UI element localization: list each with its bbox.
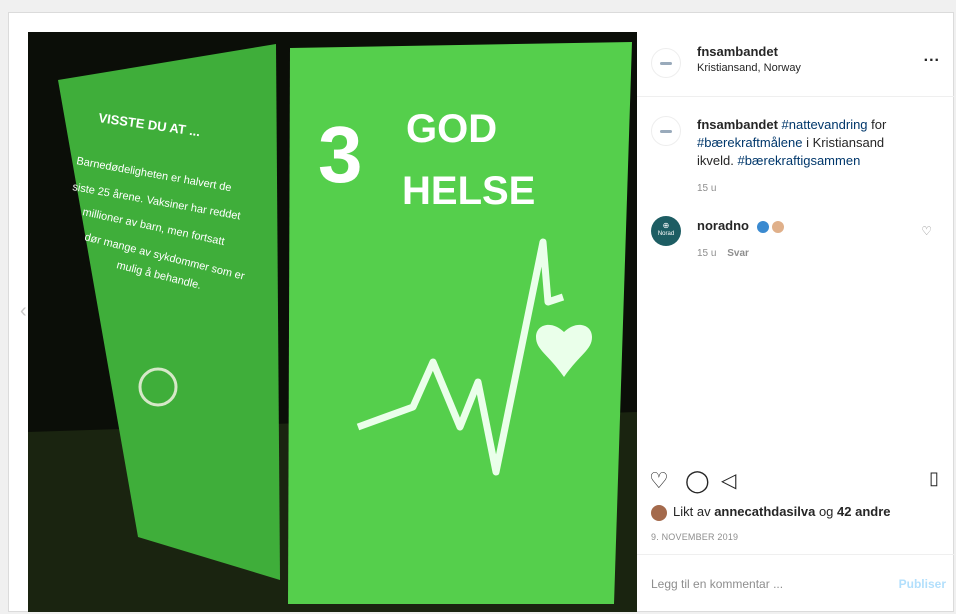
- comment-input[interactable]: Legg til en kommentar ...: [651, 577, 783, 591]
- goal-title-line1: GOD: [406, 107, 497, 151]
- caption: fnsambandet #nattevandring for #bærekraf…: [697, 116, 917, 198]
- comment-bar: Legg til en kommentar ... Publiser: [637, 554, 954, 613]
- reply-button[interactable]: Svar: [727, 248, 749, 259]
- likes-prefix: Likt av: [673, 504, 715, 519]
- caption-text-1: for: [867, 117, 887, 132]
- post-date[interactable]: 9. NOVEMBER 2019: [651, 532, 738, 542]
- comment: noradno: [697, 218, 785, 233]
- like-heart-icon[interactable]: ♡: [649, 468, 669, 494]
- post-location[interactable]: Kristiansand, Norway: [697, 62, 801, 74]
- share-send-icon[interactable]: ◁: [721, 468, 736, 493]
- caption-avatar[interactable]: [651, 116, 681, 146]
- hashtag-nattevandring[interactable]: #nattevandring: [782, 117, 868, 132]
- save-bookmark-icon[interactable]: ▯: [929, 468, 939, 489]
- post-actions: ♡ ◯ ◁ ▯: [649, 468, 949, 494]
- goal-number: 3: [318, 110, 363, 199]
- comment-meta: 15 u Svar: [697, 248, 749, 259]
- hashtag-baerekraftmalene[interactable]: #bærekraftmålene: [697, 135, 803, 150]
- noradno-avatar[interactable]: ⊕ Norad: [651, 216, 681, 246]
- clap-emoji-icon: [772, 220, 785, 233]
- likes-line: Likt av annecathdasilva og 42 andre: [651, 504, 891, 521]
- post-username[interactable]: fnsambandet: [697, 44, 778, 59]
- sdg-cube-illustration: VISSTE DU AT ... Barnedødeligheten er ha…: [28, 32, 637, 612]
- hashtag-baerekraftigsammen[interactable]: #bærekraftigsammen: [737, 153, 860, 168]
- caption-username[interactable]: fnsambandet: [697, 117, 778, 132]
- previous-post-arrow-icon[interactable]: ‹: [20, 300, 27, 323]
- liker-avatar[interactable]: [651, 504, 667, 521]
- goal-title-line2: HELSE: [402, 169, 535, 213]
- more-options-icon[interactable]: ...: [924, 48, 940, 66]
- likes-user[interactable]: annecathdasilva: [714, 504, 815, 519]
- likes-mid: og: [815, 504, 838, 519]
- fnsambandet-avatar[interactable]: [651, 48, 681, 78]
- post-side-panel: fnsambandet Kristiansand, Norway ... fns…: [637, 12, 954, 612]
- post-header: fnsambandet Kristiansand, Norway ...: [637, 12, 954, 97]
- comment-time: 15 u: [697, 248, 717, 259]
- comment-username[interactable]: noradno: [697, 218, 749, 233]
- comment-bubble-icon[interactable]: ◯: [685, 468, 710, 494]
- publish-button[interactable]: Publiser: [899, 577, 946, 591]
- like-comment-heart-icon[interactable]: ♡: [921, 224, 932, 238]
- caption-time: 15 u: [697, 183, 717, 194]
- likes-others[interactable]: 42 andre: [837, 504, 890, 519]
- globe-emoji-icon: [756, 220, 769, 233]
- post-photo[interactable]: VISSTE DU AT ... Barnedødeligheten er ha…: [28, 32, 637, 612]
- noradno-avatar-text: Norad: [657, 231, 675, 237]
